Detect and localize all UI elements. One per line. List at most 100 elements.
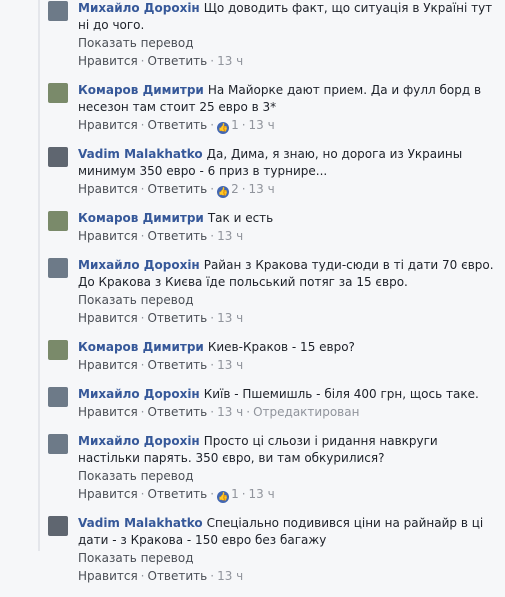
comment-actions: Нравится · Ответить · 13 ч — [78, 52, 499, 70]
separator-dot: · — [140, 405, 145, 419]
reply-button[interactable]: Ответить — [148, 311, 208, 325]
comment-item: Михайло Дорохін Райан з Кракова туди-сюди… — [48, 257, 499, 339]
author-name[interactable]: Vadim Malakhatko — [78, 147, 203, 161]
like-button[interactable]: Нравится — [78, 569, 138, 583]
reply-button[interactable]: Ответить — [148, 182, 208, 196]
separator-dot: · — [210, 229, 215, 243]
author-name[interactable]: Vadim Malakhatko — [78, 516, 203, 530]
timestamp[interactable]: 13 ч — [249, 182, 275, 196]
timestamp[interactable]: 13 ч — [217, 311, 243, 325]
thumbs-up-icon: 👍 — [217, 186, 230, 198]
reply-button[interactable]: Ответить — [148, 405, 208, 419]
reply-button[interactable]: Ответить — [148, 229, 208, 243]
separator-dot: · — [241, 182, 246, 196]
timestamp[interactable]: 13 ч — [217, 229, 243, 243]
separator-dot: · — [140, 54, 145, 68]
show-translation-link[interactable]: Показать перевод — [78, 35, 499, 52]
avatar[interactable] — [48, 83, 68, 103]
comment-body: Комаров Димитри Так и есть — [78, 210, 499, 227]
reply-button[interactable]: Ответить — [148, 54, 208, 68]
reply-button[interactable]: Ответить — [148, 358, 208, 372]
separator-dot: · — [210, 569, 215, 583]
separator-dot: · — [140, 118, 145, 132]
comment-text: Киев-Краков - 15 евро? — [207, 340, 355, 354]
separator-dot: · — [241, 118, 246, 132]
comment-body: Vadim Malakhatko Спеціально подивився цін… — [78, 515, 499, 549]
comment-actions: Нравится · Ответить · 13 ч — [78, 309, 499, 327]
like-button[interactable]: Нравится — [78, 54, 138, 68]
timestamp[interactable]: 13 ч — [217, 54, 243, 68]
reactions[interactable]: · 👍 1 — [207, 118, 239, 134]
timestamp[interactable]: 13 ч — [249, 487, 275, 501]
separator-dot: · — [210, 54, 215, 68]
like-button[interactable]: Нравится — [78, 229, 138, 243]
show-translation-link[interactable]: Показать перевод — [78, 468, 499, 485]
like-count: 1 — [231, 487, 239, 501]
comment-item: Vadim Malakhatko Да, Дима, я знаю, но дор… — [48, 146, 499, 210]
avatar[interactable] — [48, 340, 68, 360]
like-button[interactable]: Нравится — [78, 311, 138, 325]
separator-dot: · — [210, 311, 215, 325]
comment-item: Михайло Дорохін Київ - Пшемишль - біля 40… — [48, 386, 499, 433]
separator-dot: · — [210, 358, 215, 372]
like-button[interactable]: Нравится — [78, 487, 138, 501]
avatar[interactable] — [48, 147, 68, 167]
separator-dot: · — [140, 569, 145, 583]
timestamp[interactable]: 13 ч — [217, 358, 243, 372]
reply-button[interactable]: Ответить — [148, 569, 208, 583]
separator-dot: · — [140, 229, 145, 243]
comment-item: Михайло Дорохін Просто ці сльози і риданн… — [48, 433, 499, 515]
timestamp[interactable]: 13 ч — [217, 569, 243, 583]
comment-text: Київ - Пшемишль - біля 400 грн, щось так… — [203, 387, 479, 401]
thumbs-up-icon: 👍 — [217, 122, 230, 134]
thread-rail — [38, 0, 40, 551]
avatar[interactable] — [48, 1, 68, 21]
comment-list: Михайло Дорохін Що доводить факт, що ситу… — [0, 0, 505, 597]
comment-text: Так и есть — [207, 211, 274, 225]
edited-label[interactable]: · Отредактирован — [243, 405, 359, 419]
avatar[interactable] — [48, 258, 68, 278]
timestamp[interactable]: 13 ч — [217, 405, 243, 419]
comment-body: Михайло Дорохін Просто ці сльози і риданн… — [78, 433, 499, 467]
comment-body: Комаров Димитри Киев-Краков - 15 евро? — [78, 339, 499, 356]
author-name[interactable]: Михайло Дорохін — [78, 434, 200, 448]
author-name[interactable]: Михайло Дорохін — [78, 1, 200, 15]
author-name[interactable]: Михайло Дорохін — [78, 258, 200, 272]
comment-body: Михайло Дорохін Райан з Кракова туди-сюди… — [78, 257, 499, 291]
comment-actions: Нравится · Ответить · 13 ч — [78, 227, 499, 245]
comment-item: Комаров Димитри Так и есть Нравится · Ответ… — [48, 210, 499, 257]
author-name[interactable]: Комаров Димитри — [78, 340, 204, 354]
show-translation-link[interactable]: Показать перевод — [78, 550, 499, 567]
timestamp[interactable]: 13 ч — [249, 118, 275, 132]
comment-actions: Нравится · Ответить · 13 ч — [78, 567, 499, 585]
separator-dot: · — [140, 487, 145, 501]
comment-actions: Нравится · Ответить · 13 ч — [78, 356, 499, 374]
comment-actions: Нравится · Ответить · 👍 1 · 13 ч — [78, 116, 499, 134]
avatar[interactable] — [48, 434, 68, 454]
like-button[interactable]: Нравится — [78, 358, 138, 372]
like-button[interactable]: Нравится — [78, 118, 138, 132]
reply-button[interactable]: Ответить — [148, 118, 208, 132]
comment-actions: Нравится · Ответить · 👍 2 · 13 ч — [78, 180, 499, 198]
comment-body: Михайло Дорохін Що доводить факт, що ситу… — [78, 0, 499, 34]
reactions[interactable]: · 👍 2 — [207, 182, 239, 198]
separator-dot: · — [210, 405, 215, 419]
comment-actions: Нравится · Ответить · 13 ч · Отредактирован — [78, 403, 499, 421]
comment-item: Михайло Дорохін Що доводить факт, що ситу… — [48, 0, 499, 82]
author-name[interactable]: Комаров Димитри — [78, 211, 204, 225]
comment-body: Vadim Malakhatko Да, Дима, я знаю, но дор… — [78, 146, 499, 180]
separator-dot: · — [140, 311, 145, 325]
comment-body: Михайло Дорохін Київ - Пшемишль - біля 40… — [78, 386, 499, 403]
avatar[interactable] — [48, 387, 68, 407]
reply-button[interactable]: Ответить — [148, 487, 208, 501]
reactions[interactable]: · 👍 1 — [207, 487, 239, 503]
show-translation-link[interactable]: Показать перевод — [78, 292, 499, 309]
like-count: 2 — [231, 182, 239, 196]
author-name[interactable]: Михайло Дорохін — [78, 387, 200, 401]
avatar[interactable] — [48, 211, 68, 231]
avatar[interactable] — [48, 516, 68, 536]
comment-actions: Нравится · Ответить · 👍 1 · 13 ч — [78, 485, 499, 503]
like-button[interactable]: Нравится — [78, 182, 138, 196]
author-name[interactable]: Комаров Димитри — [78, 83, 204, 97]
like-button[interactable]: Нравится — [78, 405, 138, 419]
